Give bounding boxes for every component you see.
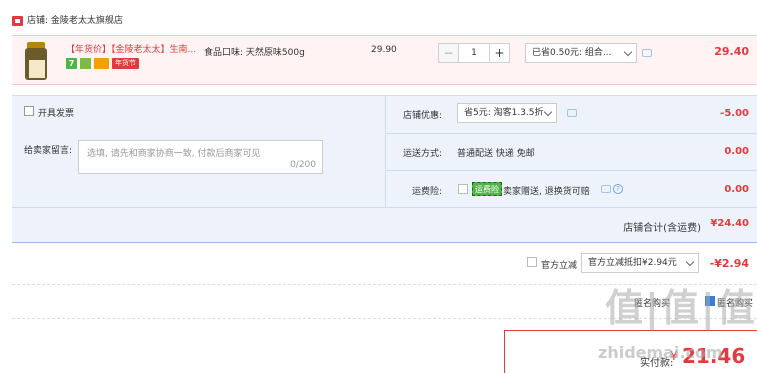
chat-icon[interactable] [642,49,652,57]
shop-icon [12,16,23,26]
official-discount-value: 官方立减抵扣¥2.94元 [588,258,677,268]
new-year-badge: 年货节 [112,57,139,69]
seven-day-return-icon: 7 [66,57,77,69]
quantity-stepper: − 1 + [438,43,510,63]
shop-discount-select[interactable]: 省5元: 淘客1.3.5折 [457,103,557,123]
watermark-text: zhidemai.com [598,343,723,362]
shop-discount-label: 店铺优惠: [402,111,442,121]
shop-discount-amount: -5.00 [720,108,749,119]
divider [385,133,757,134]
insurance-checkbox[interactable] [458,184,468,194]
chevron-down-icon [543,107,553,117]
help-icon[interactable]: ? [613,184,623,194]
product-spec: 食品口味: 天然原味500g [204,48,305,58]
item-total: 29.40 [714,45,749,58]
shipping-amount: 0.00 [724,146,749,157]
chevron-down-icon [623,47,633,57]
qty-input[interactable]: 1 [459,44,489,62]
insurance-description: 卖家赠送, 退换货可赔 [503,187,590,197]
credit-card-icon [94,57,109,69]
shop-discount-value: 省5元: 淘客1.3.5折 [464,108,544,118]
message-char-count: 0/200 [290,160,316,170]
insurance-amount: 0.00 [724,184,749,195]
product-badges: 7 年货节 [66,57,139,69]
product-thumbnail[interactable] [24,42,48,80]
divider [385,170,757,171]
message-placeholder: 选填, 请先和商家协商一致, 付款后商家可见 [87,149,261,159]
official-discount-select[interactable]: 官方立减抵扣¥2.94元 [581,253,699,273]
shop-total-label: 店铺合计(含运费) [623,223,701,234]
insurance-label: 运费险: [411,187,442,197]
watermark-logo: 值|值|值 [605,286,757,330]
qty-plus-button[interactable]: + [489,44,509,62]
official-discount-label: 官方立减 [541,261,578,271]
invoice-checkbox[interactable] [24,106,34,116]
unit-price: 29.90 [371,45,397,55]
message-textarea[interactable]: 选填, 请先和商家协商一致, 付款后商家可见 0/200 [78,140,323,174]
chat-icon[interactable] [567,109,577,117]
shop-total-value: ¥24.40 [710,218,749,229]
divider [12,284,757,285]
message-label: 给卖家留言: [24,146,73,156]
divider [12,207,757,208]
chevron-down-icon [685,257,695,267]
invoice-label[interactable]: 开具发票 [38,106,74,119]
qty-minus-button[interactable]: − [439,44,459,62]
shop-name[interactable]: 店铺: 金陵老太太旗舰店 [27,16,123,27]
official-discount-amount: -¥2.94 [709,257,749,270]
item-promo-select[interactable]: 已省0.50元: 组合... [525,43,637,63]
item-promo-value: 已省0.50元: 组合... [532,48,612,58]
chat-icon[interactable] [601,185,611,193]
product-title[interactable]: 【年货价】【金陵老太太】生南... [66,45,196,56]
shipping-label: 运送方式: [402,149,442,159]
official-discount-checkbox[interactable] [527,257,537,267]
shield-icon [80,57,91,69]
insurance-badge: 运费险 [472,182,502,196]
shipping-method: 普通配送 快递 免邮 [457,149,535,159]
